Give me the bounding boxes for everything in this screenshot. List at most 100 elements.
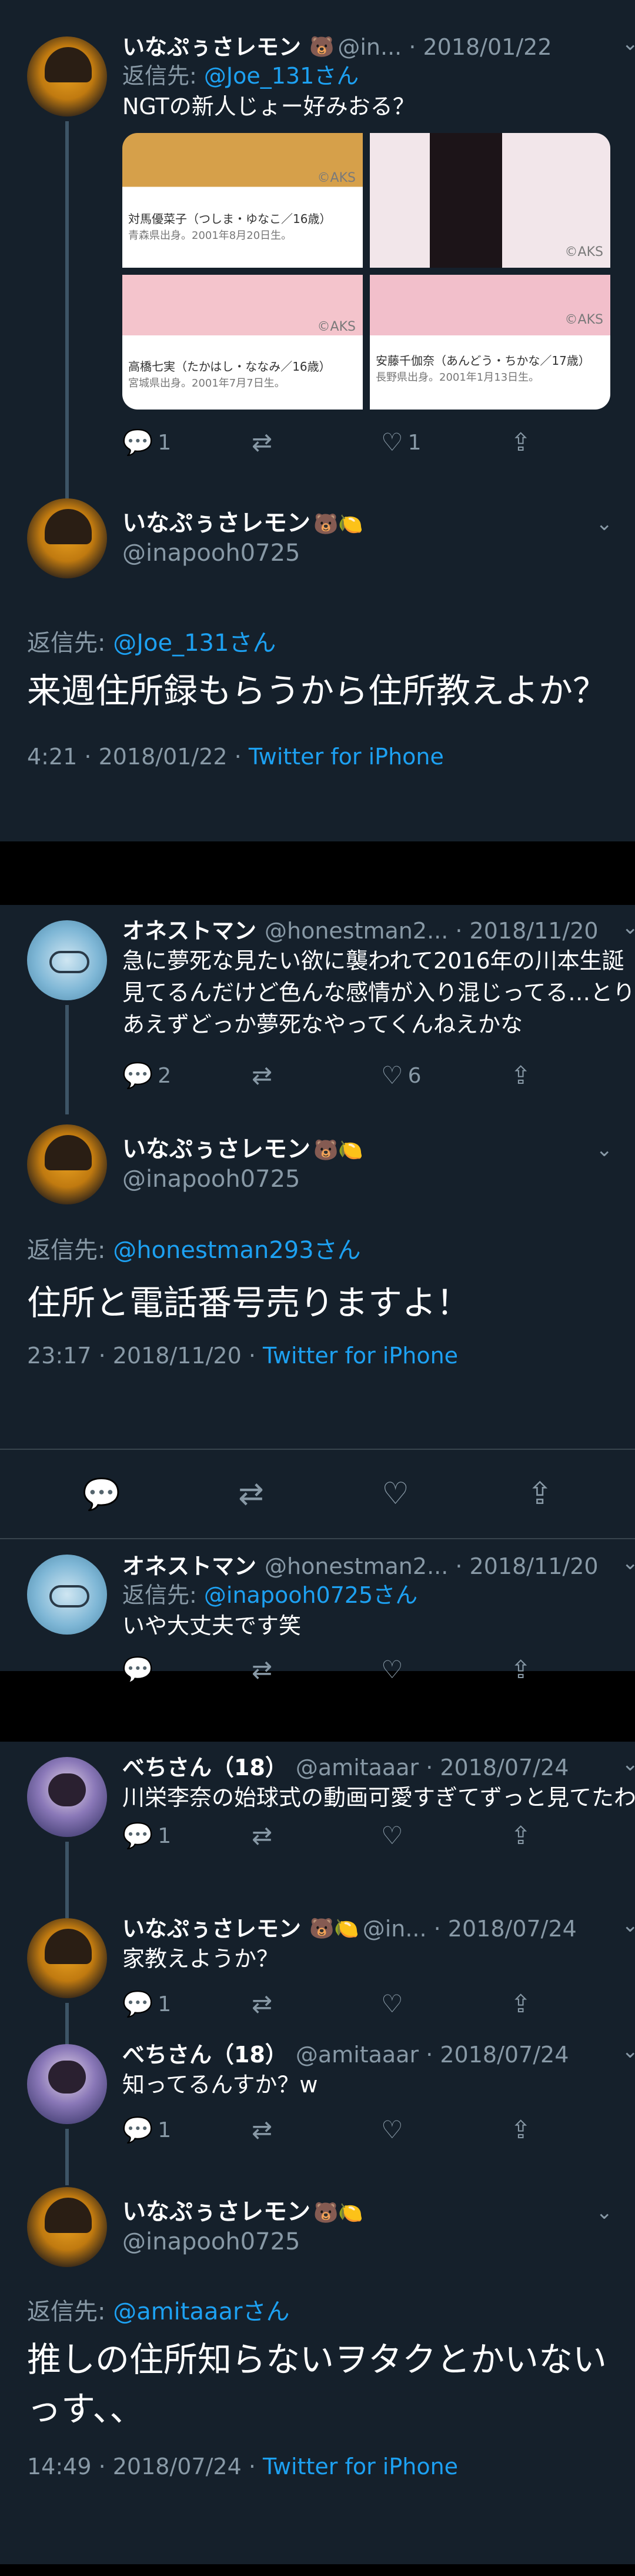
handle[interactable]: @inapooh0725 bbox=[122, 538, 367, 568]
retweet-button[interactable]: ⇄ bbox=[252, 1992, 381, 2016]
reply-button[interactable]: 💬 bbox=[122, 1658, 252, 1682]
like-button[interactable]: ♡ bbox=[381, 1992, 510, 2016]
avatar[interactable] bbox=[27, 2044, 107, 2124]
name-emoji: 🐻🍋 bbox=[313, 1139, 363, 1162]
avatar[interactable] bbox=[27, 1757, 107, 1837]
chevron-down-icon[interactable]: ⌄ bbox=[622, 2039, 635, 2063]
avatar[interactable] bbox=[27, 498, 107, 578]
retweet-icon[interactable]: ⇄ bbox=[238, 1476, 264, 1512]
chevron-down-icon[interactable]: ⌄ bbox=[622, 916, 635, 939]
reply-count: 1 bbox=[158, 1992, 171, 2016]
avatar[interactable] bbox=[27, 36, 107, 117]
share-button[interactable]: ⇪ bbox=[510, 1823, 635, 1848]
focused-tweet: いなぷぅさレモン 🐻🍋 @inapooh0725 ⌄ 返信先: @amitaaa… bbox=[0, 2183, 635, 2576]
tweet-row[interactable]: べちさん（18） @amitaaar · 2018/07/24 ⌄ 川栄李奈の始… bbox=[0, 1742, 635, 1906]
handle[interactable]: @inapooh0725 bbox=[122, 2226, 367, 2257]
media-grid[interactable]: ©AKS 対馬優菜子（つしま・ゆなこ／16歳） 青森県出身。2001年8月20日… bbox=[122, 133, 610, 410]
reply-icon[interactable]: 💬 bbox=[82, 1476, 121, 1512]
display-name[interactable]: いなぷぅさレモン bbox=[122, 2198, 310, 2225]
reply-button[interactable]: 💬1 bbox=[122, 1992, 252, 2016]
display-name[interactable]: いなぷぅさレモン bbox=[122, 1915, 301, 1943]
retweet-button[interactable]: ⇄ bbox=[252, 1063, 381, 1088]
chevron-down-icon[interactable]: ⌄ bbox=[622, 32, 635, 55]
avatar[interactable] bbox=[27, 1124, 107, 1204]
display-name[interactable]: いなぷぅさレモン bbox=[122, 1136, 310, 1163]
timestamp: 14:49 · 2018/07/24 · bbox=[27, 2454, 263, 2480]
reply-to-link[interactable]: @honestman293さん bbox=[113, 1237, 360, 1264]
display-name[interactable]: べちさん（18） bbox=[122, 2041, 288, 2069]
display-name[interactable]: べちさん（18） bbox=[122, 1753, 288, 1782]
share-button[interactable]: ⇪ bbox=[510, 430, 635, 455]
reply-button[interactable]: 💬1 bbox=[122, 430, 252, 455]
like-icon: ♡ bbox=[381, 1823, 403, 1848]
action-bar: 💬 ⇄ ♡ ⇪ bbox=[122, 1652, 635, 1688]
media-caption-sub: 青森県出身。2001年8月20日生。 bbox=[128, 227, 292, 242]
chevron-down-icon[interactable]: ⌄ bbox=[622, 1752, 635, 1776]
tweet-row[interactable]: オネストマン @honestman2... · 2018/11/20 ⌄ 返信先… bbox=[0, 1539, 635, 1686]
share-button[interactable]: ⇪ bbox=[510, 1063, 635, 1088]
media-image[interactable]: ©AKS 安藤千伽奈（あんどう・ちかな／17歳） 長野県出身。2001年1月13… bbox=[370, 275, 610, 410]
chevron-down-icon[interactable]: ⌄ bbox=[596, 1138, 613, 1161]
reply-icon: 💬 bbox=[122, 1992, 153, 2016]
chevron-down-icon[interactable]: ⌄ bbox=[622, 1913, 635, 1937]
share-icon: ⇪ bbox=[510, 430, 531, 455]
client-link[interactable]: Twitter for iPhone bbox=[249, 744, 444, 770]
retweet-icon: ⇄ bbox=[252, 1063, 272, 1088]
media-image[interactable]: ©AKS 対馬優菜子（つしま・ゆなこ／16歳） 青森県出身。2001年8月20日… bbox=[122, 133, 363, 268]
like-button[interactable]: ♡ bbox=[381, 1823, 510, 1848]
reply-count: 1 bbox=[158, 1824, 171, 1848]
tweet-text: 家教えようか？ bbox=[122, 1943, 635, 1975]
like-icon[interactable]: ♡ bbox=[382, 1476, 409, 1512]
retweet-button[interactable]: ⇄ bbox=[252, 2118, 381, 2142]
media-watermark: ©AKS bbox=[317, 319, 356, 334]
avatar[interactable] bbox=[27, 920, 107, 1000]
display-name[interactable]: いなぷぅさレモン bbox=[122, 510, 310, 537]
handle[interactable]: @inapooh0725 bbox=[122, 1164, 367, 1194]
chevron-down-icon[interactable]: ⌄ bbox=[596, 512, 613, 535]
timestamp: 23:17 · 2018/11/20 · bbox=[27, 1343, 263, 1369]
avatar[interactable] bbox=[27, 2187, 107, 2267]
display-name[interactable]: いなぷぅさレモン bbox=[122, 33, 301, 61]
reply-to-link[interactable]: @Joe_131さん bbox=[204, 63, 359, 89]
client-link[interactable]: Twitter for iPhone bbox=[263, 1343, 458, 1369]
reply-to-link[interactable]: @amitaaarさん bbox=[113, 2298, 289, 2325]
reply-prefix: 返信先: bbox=[122, 63, 204, 89]
action-bar: 💬1 ⇄ ♡ ⇪ bbox=[122, 1986, 635, 2022]
like-button[interactable]: ♡6 bbox=[381, 1063, 510, 1088]
display-name[interactable]: オネストマン bbox=[122, 1552, 256, 1580]
action-bar: 💬1 ⇄ ♡1 ⇪ bbox=[122, 425, 635, 460]
handle-date: @in... · 2018/07/24 bbox=[363, 1915, 577, 1943]
share-button[interactable]: ⇪ bbox=[510, 1992, 635, 2016]
like-button[interactable]: ♡ bbox=[381, 2118, 510, 2142]
share-button[interactable]: ⇪ bbox=[510, 2118, 635, 2142]
display-name[interactable]: オネストマン bbox=[122, 917, 256, 945]
chevron-down-icon[interactable]: ⌄ bbox=[596, 2201, 613, 2224]
tweet-row[interactable]: いなぷぅさレモン 🐻 @in... · 2018/01/22 ⌄ 返信先: @J… bbox=[0, 0, 635, 494]
media-image[interactable]: ©AKS 高橋七実（たかはし・ななみ／16歳） 宮城県出身。2001年7月7日生… bbox=[122, 275, 363, 410]
tweet-row[interactable]: いなぷぅさレモン 🐻🍋 @in... · 2018/07/24 ⌄ 家教えようか… bbox=[0, 1906, 635, 2036]
retweet-button[interactable]: ⇄ bbox=[252, 430, 381, 455]
retweet-button[interactable]: ⇄ bbox=[252, 1823, 381, 1848]
reply-button[interactable]: 💬2 bbox=[122, 1063, 252, 1088]
name-emoji: 🐻🍋 bbox=[309, 1915, 359, 1943]
reply-to-link[interactable]: @Joe_131さん bbox=[113, 630, 276, 657]
tweet-row[interactable]: べちさん（18） @amitaaar · 2018/07/24 ⌄ 知ってるんす… bbox=[0, 2036, 635, 2171]
client-link[interactable]: Twitter for iPhone bbox=[263, 2454, 458, 2480]
media-image[interactable]: ©AKS bbox=[370, 133, 610, 268]
reply-prefix: 返信先: bbox=[27, 2298, 113, 2325]
handle-date: @honestman2... · 2018/11/20 bbox=[265, 917, 599, 945]
tweet-row[interactable]: オネストマン @honestman2... · 2018/11/20 ⌄ 急に夢… bbox=[0, 905, 635, 1103]
reply-button[interactable]: 💬1 bbox=[122, 2118, 252, 2142]
like-button[interactable]: ♡ bbox=[381, 1658, 510, 1682]
name-emoji: 🐻🍋 bbox=[313, 2201, 363, 2225]
like-button[interactable]: ♡1 bbox=[381, 430, 510, 455]
avatar[interactable] bbox=[27, 1555, 107, 1635]
reply-button[interactable]: 💬1 bbox=[122, 1823, 252, 1848]
retweet-button[interactable]: ⇄ bbox=[252, 1658, 381, 1682]
share-button[interactable]: ⇪ bbox=[510, 1658, 635, 1682]
reply-to-link[interactable]: @inapooh0725さん bbox=[204, 1582, 417, 1608]
share-icon[interactable]: ⇪ bbox=[527, 1476, 553, 1512]
reply-count: 1 bbox=[158, 431, 171, 455]
chevron-down-icon[interactable]: ⌄ bbox=[622, 1551, 635, 1575]
avatar[interactable] bbox=[27, 1918, 107, 1998]
